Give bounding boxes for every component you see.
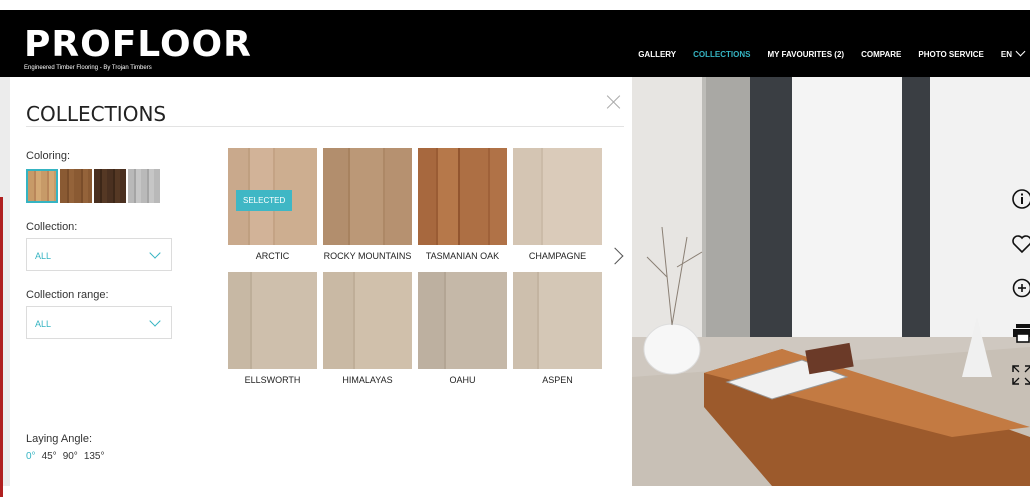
- product-name: OAHU: [418, 369, 507, 396]
- print-icon[interactable]: [1011, 322, 1030, 350]
- top-navigation-bar: PROFLOOR Engineered Timber Flooring - By…: [0, 10, 1030, 77]
- laying-angle-label: Laying Angle:: [26, 433, 92, 445]
- product-card-himalayas[interactable]: HIMALAYAS: [323, 272, 412, 396]
- product-card-rocky-mountains[interactable]: ROCKY MOUNTAINS: [323, 148, 412, 272]
- chevron-down-icon: [149, 315, 160, 326]
- swatch-light-oak[interactable]: [26, 169, 58, 203]
- laying-angle-options: 0° 45° 90° 135°: [26, 451, 105, 462]
- product-name: CHAMPAGNE: [513, 245, 602, 272]
- logo-wordmark: PROFLOOR: [24, 28, 252, 62]
- product-card-champagne[interactable]: CHAMPAGNE: [513, 148, 602, 272]
- product-thumbnail: [418, 148, 507, 245]
- product-thumbnail: [513, 148, 602, 245]
- room-scene-illustration: [632, 77, 1030, 486]
- nav-my-favourites[interactable]: MY FAVOURITES (2): [767, 50, 844, 59]
- main-nav: GALLERY COLLECTIONS MY FAVOURITES (2) CO…: [638, 50, 1024, 59]
- product-thumbnail: [228, 272, 317, 369]
- chevron-down-icon: [149, 247, 160, 258]
- collection-select-value: ALL: [35, 251, 51, 261]
- nav-collections[interactable]: COLLECTIONS: [693, 50, 750, 59]
- product-name: ROCKY MOUNTAINS: [323, 245, 412, 272]
- product-card-arctic[interactable]: SELECTED ARCTIC: [228, 148, 317, 272]
- collection-range-select[interactable]: ALL: [26, 306, 172, 339]
- nav-photo-service[interactable]: PHOTO SERVICE: [918, 50, 984, 59]
- profloor-logo[interactable]: PROFLOOR Engineered Timber Flooring - By…: [24, 28, 252, 72]
- fullscreen-icon[interactable]: [1011, 364, 1030, 392]
- product-card-tasmanian-oak[interactable]: TASMANIAN OAK: [418, 148, 507, 272]
- product-thumbnail: [323, 272, 412, 369]
- swatch-medium-brown[interactable]: [60, 169, 92, 203]
- product-thumbnail: [513, 272, 602, 369]
- product-name: HIMALAYAS: [323, 369, 412, 396]
- room-scene-image: [632, 77, 1030, 486]
- angle-0[interactable]: 0°: [26, 451, 36, 462]
- info-icon[interactable]: [1011, 188, 1030, 216]
- panel-title: COLLECTIONS: [26, 102, 166, 126]
- product-thumbnail: [418, 272, 507, 369]
- close-icon[interactable]: [607, 95, 621, 109]
- angle-135[interactable]: 135°: [84, 451, 105, 462]
- language-label: EN: [1001, 50, 1012, 59]
- swatch-dark-brown[interactable]: [94, 169, 126, 203]
- product-name: TASMANIAN OAK: [418, 245, 507, 272]
- coloring-label: Coloring:: [26, 150, 70, 162]
- collection-select[interactable]: ALL: [26, 238, 172, 271]
- background-accent: [0, 197, 3, 497]
- language-selector[interactable]: EN: [1001, 50, 1024, 59]
- heart-icon[interactable]: [1011, 233, 1030, 261]
- zoom-in-icon[interactable]: [1011, 277, 1030, 305]
- collection-range-label: Collection range:: [26, 289, 109, 301]
- collection-label: Collection:: [26, 221, 77, 233]
- product-name: ASPEN: [513, 369, 602, 396]
- product-name: ARCTIC: [228, 245, 317, 272]
- angle-90[interactable]: 90°: [63, 451, 78, 462]
- product-card-aspen[interactable]: ASPEN: [513, 272, 602, 396]
- nav-compare[interactable]: COMPARE: [861, 50, 901, 59]
- chevron-down-icon: [1016, 47, 1026, 57]
- selected-badge: SELECTED: [236, 190, 292, 211]
- product-card-oahu[interactable]: OAHU: [418, 272, 507, 396]
- collection-range-select-value: ALL: [35, 319, 51, 329]
- coloring-swatches: [26, 169, 160, 203]
- product-card-ellsworth[interactable]: ELLSWORTH: [228, 272, 317, 396]
- nav-gallery[interactable]: GALLERY: [638, 50, 676, 59]
- angle-45[interactable]: 45°: [42, 451, 57, 462]
- product-name: ELLSWORTH: [228, 369, 317, 396]
- title-divider: [26, 126, 624, 127]
- background-left-edge: [0, 77, 10, 486]
- product-thumbnail: [323, 148, 412, 245]
- logo-tagline: Engineered Timber Flooring - By Trojan T…: [24, 64, 252, 72]
- product-grid: SELECTED ARCTIC ROCKY MOUNTAINS TASMANIA…: [228, 148, 602, 396]
- swatch-grey[interactable]: [128, 169, 160, 203]
